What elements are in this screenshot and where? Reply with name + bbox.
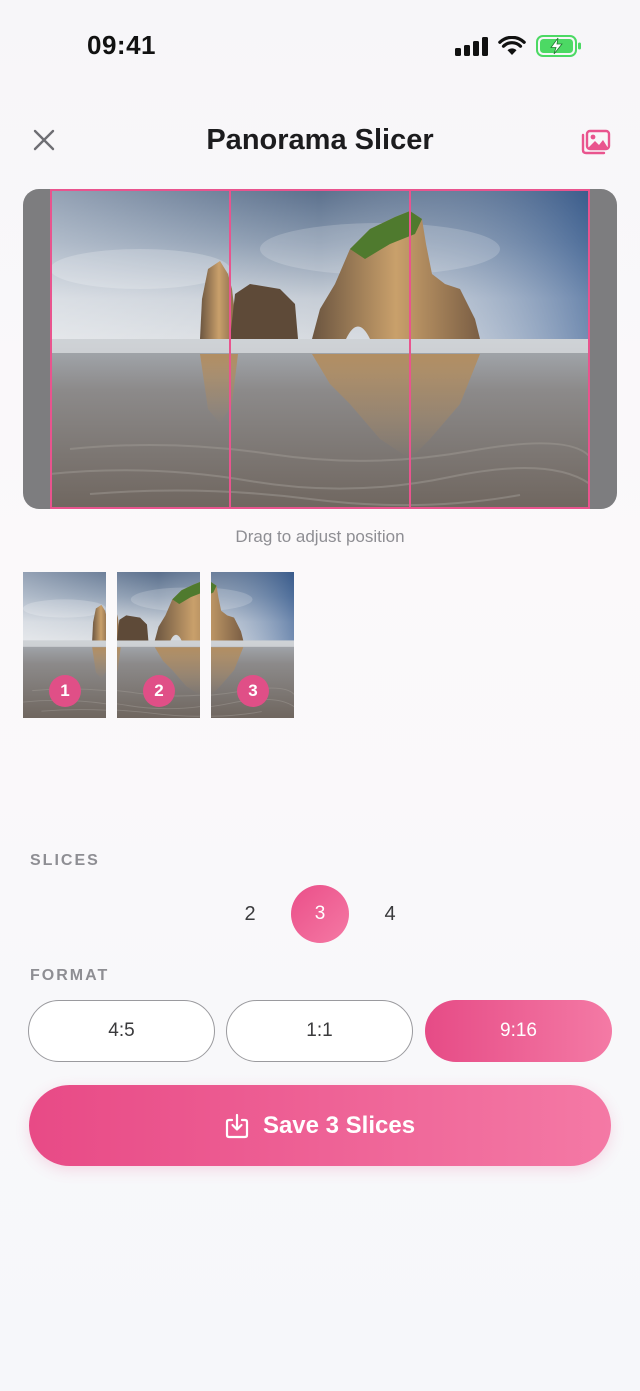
slice-thumbnail-2[interactable]: 2 (117, 572, 200, 718)
slices-label: SLICES (30, 852, 100, 869)
slices-picker: 2 3 4 (0, 885, 640, 943)
format-selector: 4:5 1:1 9:16 (28, 1000, 612, 1062)
slices-option-4[interactable]: 4 (361, 885, 419, 943)
slice-thumbnail-1[interactable]: 1 (23, 572, 106, 718)
slice-number-badge: 1 (49, 675, 81, 707)
header: Panorama Slicer (0, 110, 640, 170)
slices-option-3[interactable]: 3 (291, 885, 349, 943)
format-option-1-1[interactable]: 1:1 (226, 1000, 413, 1062)
panorama-image (50, 189, 590, 509)
signal-icon (455, 36, 488, 56)
save-button-label: Save 3 Slices (262, 1111, 416, 1139)
save-download-icon (225, 1113, 249, 1138)
photo-library-icon (581, 129, 611, 155)
drag-hint: Drag to adjust position (235, 527, 405, 546)
wifi-icon (498, 36, 526, 55)
status-time: 09:41 (87, 30, 156, 60)
panorama-preview[interactable] (23, 189, 617, 509)
format-option-4-5[interactable]: 4:5 (28, 1000, 215, 1062)
format-option-9-16[interactable]: 9:16 (425, 1000, 612, 1062)
slice-divider (229, 189, 231, 509)
battery-charging-icon (536, 35, 581, 57)
slice-number-badge: 3 (237, 675, 269, 707)
slice-thumbnail-3[interactable]: 3 (211, 572, 294, 718)
status-icons (455, 35, 582, 57)
page-title: Panorama Slicer (206, 124, 434, 156)
status-bar: 09:41 (0, 0, 640, 94)
slices-option-2[interactable]: 2 (221, 885, 279, 943)
slice-divider (409, 189, 411, 509)
slice-thumbnails: 1 2 3 (23, 572, 294, 718)
format-label: FORMAT (30, 967, 110, 984)
slice-number-badge: 2 (143, 675, 175, 707)
gallery-button[interactable] (580, 124, 612, 156)
save-slices-button[interactable]: Save 3 Slices (29, 1085, 611, 1166)
